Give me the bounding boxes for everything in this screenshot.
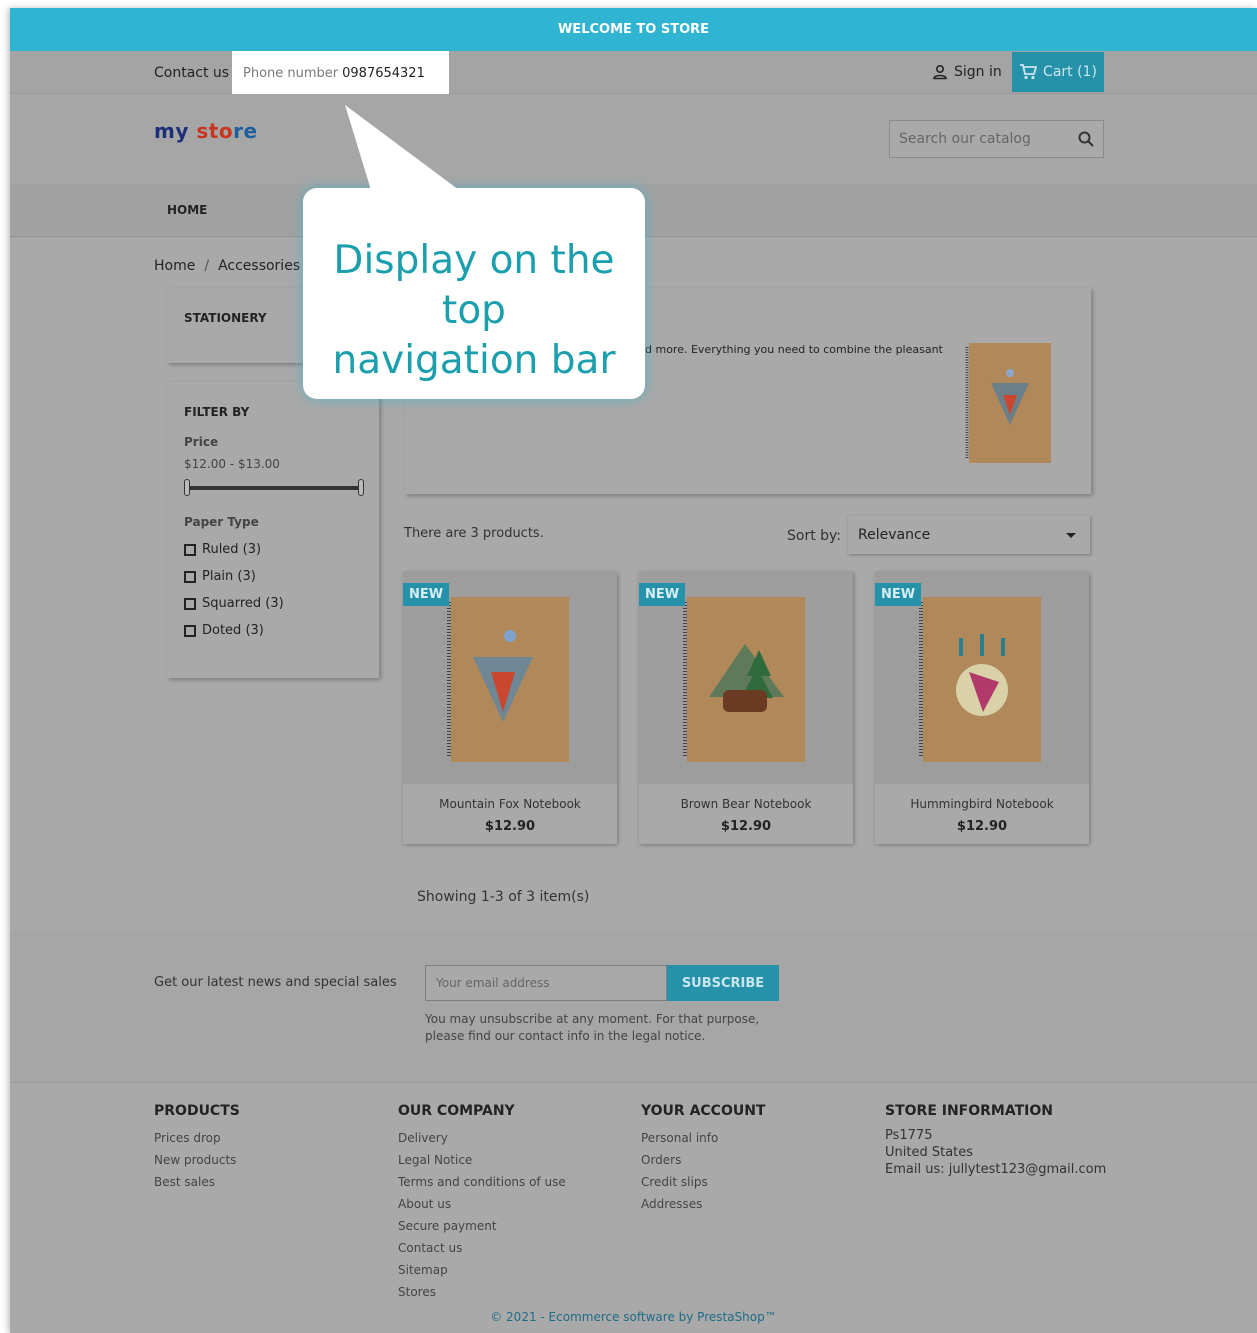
footer-company-title: OUR COMPANY bbox=[398, 1103, 515, 1119]
footer-link[interactable]: Sitemap bbox=[398, 1259, 566, 1281]
search-icon[interactable] bbox=[1077, 130, 1095, 148]
checkbox[interactable] bbox=[184, 570, 196, 583]
paper-type-label: Paper Type bbox=[184, 515, 259, 529]
product-price: $12.90 bbox=[720, 819, 772, 834]
callout-text: Display on the top navigation bar bbox=[332, 238, 616, 383]
cart-label: Cart (1) bbox=[1043, 64, 1097, 80]
phone-number: 0987654321 bbox=[342, 66, 425, 81]
product-card[interactable]: NEW Brown Bear Notebook $12.90 bbox=[639, 572, 853, 844]
pagination-summary: Showing 1-3 of 3 item(s) bbox=[417, 889, 590, 905]
footer-company-column: OUR COMPANY Delivery Legal Notice Terms … bbox=[398, 1103, 566, 1303]
copyright-link[interactable]: © 2021 - Ecommerce software by PrestaSho… bbox=[10, 1310, 1257, 1324]
user-icon bbox=[933, 64, 947, 80]
store-email[interactable]: Email us: jullytest123@gmail.com bbox=[885, 1161, 1106, 1178]
footer-link[interactable]: Addresses bbox=[641, 1193, 765, 1215]
product-price: $12.90 bbox=[956, 819, 1008, 834]
breadcrumb-separator: / bbox=[204, 258, 210, 274]
store-info-line: United States bbox=[885, 1145, 974, 1160]
footer-link[interactable]: Legal Notice bbox=[398, 1149, 566, 1171]
product-card[interactable]: NEW Mountain Fox Notebook $12.90 bbox=[403, 572, 617, 844]
category-title[interactable]: STATIONERY bbox=[184, 311, 267, 325]
new-badge: NEW bbox=[403, 583, 450, 606]
chevron-down-icon bbox=[1066, 533, 1076, 538]
breadcrumb-accessories[interactable]: Accessories bbox=[218, 258, 300, 274]
new-badge: NEW bbox=[875, 583, 922, 606]
subscribe-button[interactable]: SUBSCRIBE bbox=[667, 965, 779, 1001]
site-header: my store Search our catalog bbox=[10, 94, 1257, 184]
category-notebook-image bbox=[965, 343, 1051, 463]
category-description: d more. Everything you need to combine t… bbox=[645, 343, 943, 356]
welcome-banner: WELCOME TO STORE bbox=[10, 8, 1257, 51]
search-placeholder: Search our catalog bbox=[899, 131, 1031, 147]
product-count: There are 3 products. bbox=[404, 526, 544, 541]
paper-option-ruled[interactable]: Ruled (3) bbox=[184, 542, 261, 557]
breadcrumb-home[interactable]: Home bbox=[154, 258, 195, 274]
footer-account-title: YOUR ACCOUNT bbox=[641, 1103, 766, 1119]
paper-option-squarred[interactable]: Squarred (3) bbox=[184, 596, 284, 611]
contact-us-link[interactable]: Contact us bbox=[154, 65, 229, 81]
newsletter-note: You may unsubscribe at any moment. For t… bbox=[425, 1012, 760, 1043]
product-name[interactable]: Mountain Fox Notebook bbox=[403, 797, 617, 811]
footer-products-column: PRODUCTS Prices drop New products Best s… bbox=[154, 1103, 240, 1193]
cart-icon bbox=[1020, 64, 1038, 80]
store-logo[interactable]: my store bbox=[154, 119, 258, 143]
filter-panel: FILTER BY Price $12.00 - $13.00 Paper Ty… bbox=[167, 382, 379, 678]
price-range-value: $12.00 - $13.00 bbox=[184, 457, 280, 471]
search-input[interactable]: Search our catalog bbox=[889, 120, 1104, 158]
footer-link[interactable]: New products bbox=[154, 1149, 240, 1171]
phone-label: Phone number bbox=[243, 66, 339, 81]
welcome-text: WELCOME TO STORE bbox=[557, 22, 710, 37]
price-slider-max-handle[interactable] bbox=[358, 479, 364, 496]
price-slider-min-handle[interactable] bbox=[184, 479, 190, 496]
product-card[interactable]: NEW Hummingbird Notebook $12.90 bbox=[875, 572, 1089, 844]
new-badge: NEW bbox=[639, 583, 686, 606]
footer-link[interactable]: Terms and conditions of use bbox=[398, 1171, 566, 1193]
sign-in-label: Sign in bbox=[954, 64, 1002, 80]
sign-in-link[interactable]: Sign in bbox=[932, 64, 1002, 80]
footer-link[interactable]: Stores bbox=[398, 1281, 566, 1303]
filter-title: FILTER BY bbox=[184, 405, 250, 419]
sort-label: Sort by: bbox=[787, 528, 842, 544]
footer-products-title: PRODUCTS bbox=[154, 1103, 240, 1119]
footer-link[interactable]: Delivery bbox=[398, 1127, 566, 1149]
footer-link[interactable]: Personal info bbox=[641, 1127, 765, 1149]
price-filter-label: Price bbox=[184, 435, 219, 449]
product-price: $12.90 bbox=[484, 819, 536, 834]
email-placeholder: Your email address bbox=[436, 976, 550, 990]
newsletter-label: Get our latest news and special sales bbox=[154, 975, 397, 990]
footer-link[interactable]: Credit slips bbox=[641, 1171, 765, 1193]
site-footer: PRODUCTS Prices drop New products Best s… bbox=[10, 1082, 1257, 1333]
footer-store-column: STORE INFORMATION Ps1775 United States E… bbox=[885, 1103, 1106, 1178]
newsletter-section: Get our latest news and special sales Yo… bbox=[10, 930, 1257, 1082]
footer-link[interactable]: Prices drop bbox=[154, 1127, 240, 1149]
top-nav-bar: Contact us Phone number 0987654321 Sign … bbox=[10, 51, 1257, 96]
paper-option-doted[interactable]: Doted (3) bbox=[184, 623, 264, 638]
footer-account-column: YOUR ACCOUNT Personal info Orders Credit… bbox=[641, 1103, 765, 1215]
sort-value: Relevance bbox=[858, 527, 931, 543]
checkbox[interactable] bbox=[184, 543, 196, 556]
breadcrumb: Home / Accessories / bbox=[154, 258, 314, 274]
store-info-line: Ps1775 bbox=[885, 1128, 933, 1143]
checkbox[interactable] bbox=[184, 624, 196, 637]
sort-select[interactable]: Relevance bbox=[848, 516, 1090, 554]
phone-number-box: Phone number 0987654321 bbox=[232, 51, 449, 96]
footer-store-title: STORE INFORMATION bbox=[885, 1103, 1053, 1119]
checkbox[interactable] bbox=[184, 597, 196, 610]
footer-link[interactable]: Best sales bbox=[154, 1171, 240, 1193]
footer-link[interactable]: Secure payment bbox=[398, 1215, 566, 1237]
cart-button[interactable]: Cart (1) bbox=[1012, 52, 1104, 92]
footer-link[interactable]: Contact us bbox=[398, 1237, 566, 1259]
product-name[interactable]: Hummingbird Notebook bbox=[875, 797, 1089, 811]
paper-option-plain[interactable]: Plain (3) bbox=[184, 569, 256, 584]
price-slider[interactable] bbox=[184, 479, 364, 496]
menu-item-home[interactable]: HOME bbox=[167, 203, 207, 217]
footer-link[interactable]: Orders bbox=[641, 1149, 765, 1171]
footer-link[interactable]: About us bbox=[398, 1193, 566, 1215]
email-field[interactable]: Your email address bbox=[425, 965, 667, 1001]
callout-tail bbox=[345, 105, 459, 190]
callout-bubble: Display on the top navigation bar bbox=[303, 105, 645, 399]
product-name[interactable]: Brown Bear Notebook bbox=[639, 797, 853, 811]
